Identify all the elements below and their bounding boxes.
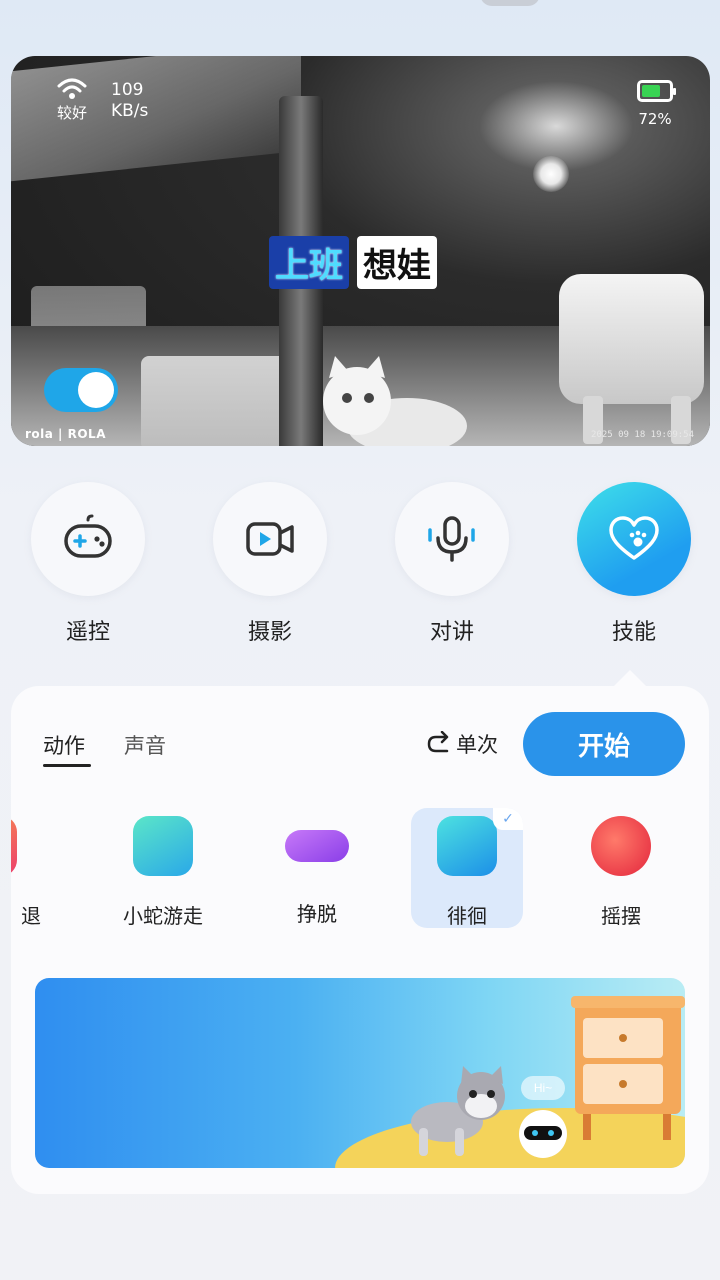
signal-label: 较好 (56, 104, 87, 122)
video-camera-icon (246, 522, 294, 556)
camera-scene-light (533, 156, 569, 192)
top-notch (480, 0, 540, 6)
skill-label: 退 (21, 904, 41, 928)
repeat-icon (427, 731, 449, 753)
skill-item[interactable]: 退 (11, 808, 43, 928)
skill-label: 挣脱 (297, 902, 337, 926)
caption-part2: 想娃 (357, 236, 437, 289)
microphone-icon (428, 516, 475, 562)
action-label: 对讲 (429, 620, 474, 645)
speech-bubble-text: Hi~ (533, 1081, 553, 1095)
wifi-icon (57, 78, 87, 99)
skill-label: 摇摆 (601, 904, 641, 928)
skill-icon (11, 816, 17, 876)
speech-bubble: Hi~ (521, 1076, 565, 1100)
camera-scene-litter-box (141, 356, 291, 446)
camera-feed[interactable]: 较好 109 KB/s 72% 上班 想娃 rola | ROLA 2025 0… (11, 56, 710, 446)
network-speed: 109 KB/s (111, 80, 148, 122)
action-label: 技能 (611, 620, 656, 645)
battery-percent: 72% (638, 110, 672, 128)
battery-icon (637, 80, 676, 102)
battery-status: 72% (634, 80, 676, 128)
video-caption: 上班 想娃 (269, 236, 437, 289)
skills-button[interactable]: 技能 (574, 482, 694, 646)
speed-unit: KB/s (111, 101, 149, 121)
wander-icon (437, 816, 497, 876)
intercom-button[interactable]: 对讲 (392, 482, 512, 646)
gamepad-icon (64, 514, 112, 558)
record-video-button[interactable]: 摄影 (210, 482, 330, 646)
skill-label: 小蛇游走 (123, 904, 203, 928)
toggle-knob (78, 372, 114, 408)
repeat-label: 单次 (456, 733, 498, 757)
cat-illustration (411, 1066, 505, 1156)
robot-illustration (519, 1110, 567, 1158)
skill-item[interactable]: 小蛇游走 (107, 808, 219, 928)
cat-image (323, 356, 467, 446)
skill-label: 徘徊 (447, 904, 487, 928)
skill-list: 退 小蛇游走 挣脱 ✓ 徘徊 摇摆 (11, 808, 709, 932)
skill-item-selected[interactable]: ✓ 徘徊 (411, 808, 523, 928)
video-timestamp: 2025 09 18 19:09:54 (591, 430, 694, 440)
wave-icon (133, 816, 193, 876)
tab-sounds[interactable]: 声音 (124, 730, 166, 760)
cabinet-illustration (571, 996, 685, 1140)
repeat-mode-button[interactable]: 单次 (426, 729, 498, 759)
camera-scene-pouf (559, 274, 704, 404)
battery-fill (642, 85, 660, 97)
skill-item[interactable]: 摇摆 (565, 808, 677, 928)
network-status: 较好 (47, 78, 97, 123)
action-label: 摄影 (247, 620, 292, 645)
start-button[interactable]: 开始 (523, 712, 685, 776)
light-toggle[interactable] (44, 368, 118, 412)
tab-actions[interactable]: 动作 (43, 730, 91, 767)
brand-watermark: rola | ROLA (25, 427, 106, 441)
sway-icon (591, 816, 651, 876)
check-icon: ✓ (493, 808, 523, 830)
heart-paw-icon (609, 516, 659, 560)
promo-banner[interactable]: Hi~ (35, 978, 685, 1168)
speed-value: 109 (111, 80, 144, 100)
action-label: 遥控 (65, 620, 110, 645)
skill-item[interactable]: 挣脱 (261, 808, 373, 928)
remote-control-button[interactable]: 遥控 (28, 482, 148, 646)
caption-part1: 上班 (269, 236, 349, 289)
action-bar: 遥控 摄影 对讲 技能 (0, 482, 720, 652)
escape-icon (285, 830, 349, 862)
